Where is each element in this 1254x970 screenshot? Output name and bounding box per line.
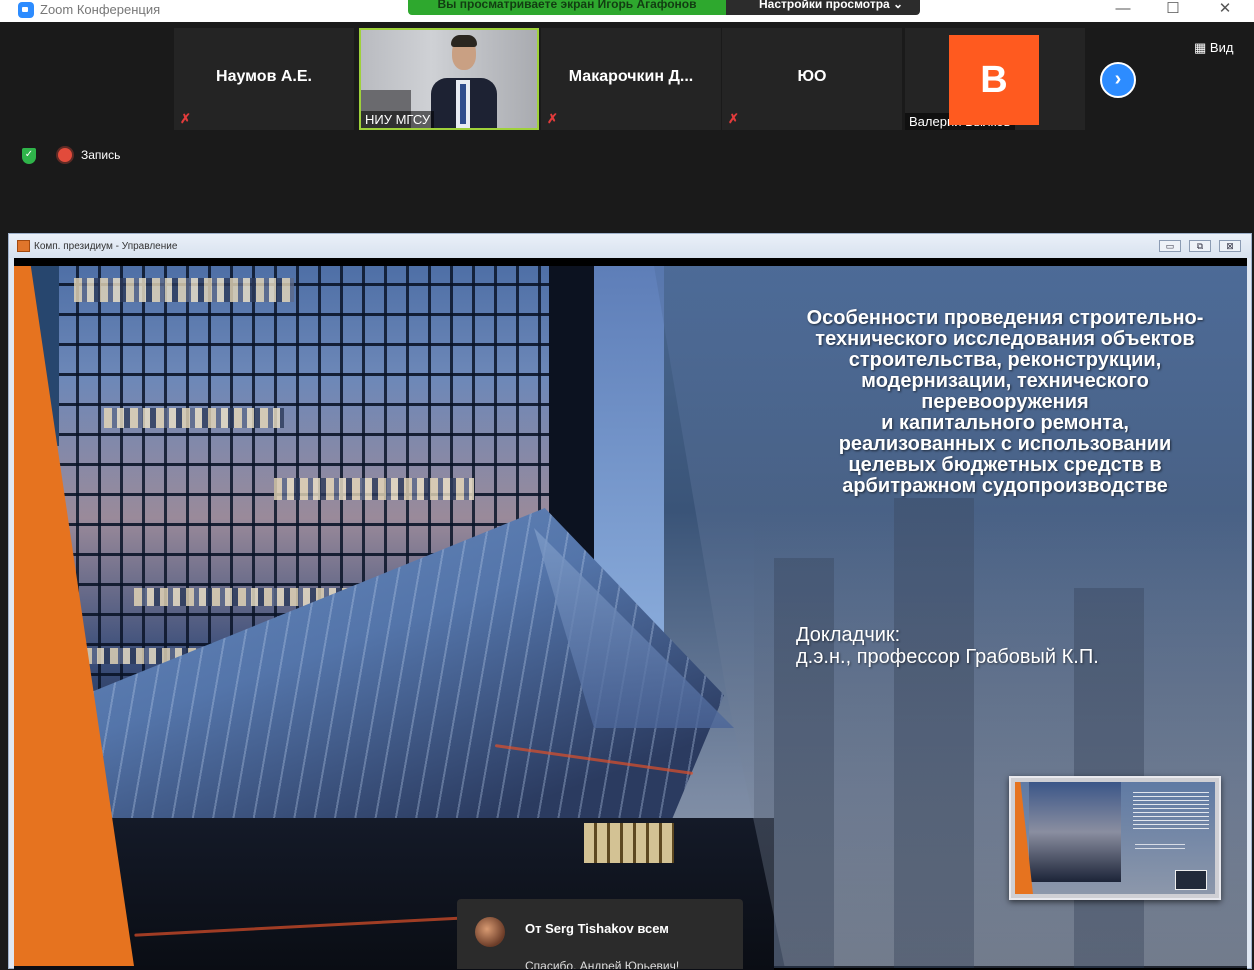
- participant-name: ЮО: [797, 68, 827, 85]
- chat-sender: От Serg Tishakov всем: [525, 921, 669, 936]
- speaker-name: д.э.н., профессор Грабовый К.П.: [796, 646, 1099, 668]
- speaker-info: Докладчик: д.э.н., профессор Грабовый К.…: [796, 624, 1099, 668]
- shared-screen-window: Комп. президиум - Управление ▭ ⧉ ⊠ Особе…: [8, 233, 1252, 970]
- participant-name: Макарочкин Д...: [568, 68, 694, 85]
- mic-muted-icon: ✗: [547, 111, 558, 126]
- chat-message: Спасибо, Андрей Юрьевич!: [525, 959, 680, 969]
- screen-share-banner: Вы просматриваете экран Игорь Агафонов: [408, 0, 726, 15]
- slide-title: Особенности проведения строительно- техн…: [806, 307, 1204, 497]
- participant-name: НИУ МГСУ: [361, 111, 435, 128]
- minimize-button[interactable]: —: [1108, 0, 1138, 20]
- participant-strip: Наумов А.Е. ✗ НИУ МГСУ Макарочкин Д... ✗…: [8, 24, 1252, 231]
- shared-minimize-button[interactable]: ▭: [1159, 240, 1181, 252]
- shared-maximize-button[interactable]: ⧉: [1189, 240, 1211, 252]
- participant-tile[interactable]: Наумов А.Е. ✗: [174, 28, 354, 130]
- avatar: [475, 917, 505, 947]
- mic-muted-icon: ✗: [180, 111, 191, 126]
- view-options-button[interactable]: Настройки просмотра ⌄: [726, 0, 920, 15]
- presentation-slide: Особенности проведения строительно- техн…: [14, 258, 1247, 970]
- recording-icon: [58, 148, 72, 162]
- participant-tile[interactable]: Макарочкин Д... ✗: [541, 28, 721, 130]
- shared-window-titlebar: Комп. президиум - Управление ▭ ⧉ ⊠: [9, 234, 1251, 258]
- window-title: Zoom Конференция: [40, 2, 161, 17]
- speaker-label: Докладчик:: [796, 624, 901, 646]
- participant-tile[interactable]: ЮО ✗: [722, 28, 902, 130]
- participant-name: Наумов А.Е.: [216, 68, 312, 85]
- slide-thumbnail[interactable]: [1009, 776, 1221, 900]
- presentation-icon: [17, 240, 30, 252]
- next-page-button[interactable]: ›: [1100, 62, 1136, 98]
- title-bar: Zoom Конференция Вы просматриваете экран…: [0, 0, 1254, 22]
- shared-window-title: Комп. президиум - Управление: [34, 241, 178, 252]
- shared-close-button[interactable]: ⊠: [1219, 240, 1241, 252]
- recording-label: Запись: [81, 148, 121, 162]
- zoom-app-icon: [18, 2, 34, 18]
- security-shield-icon[interactable]: ✓: [22, 148, 36, 164]
- view-button[interactable]: ▦ Вид: [1194, 40, 1233, 56]
- maximize-button[interactable]: ☐: [1158, 0, 1188, 20]
- chat-notification[interactable]: От Serg Tishakov всем Спасибо, Андрей Юр…: [457, 899, 743, 969]
- view-label: Вид: [1209, 40, 1234, 55]
- mic-muted-icon: ✗: [728, 111, 739, 126]
- participant-video[interactable]: НИУ МГСУ: [359, 28, 539, 130]
- grid-icon: ▦: [1194, 40, 1210, 55]
- avatar: В: [949, 35, 1039, 125]
- close-button[interactable]: ✕: [1210, 0, 1240, 20]
